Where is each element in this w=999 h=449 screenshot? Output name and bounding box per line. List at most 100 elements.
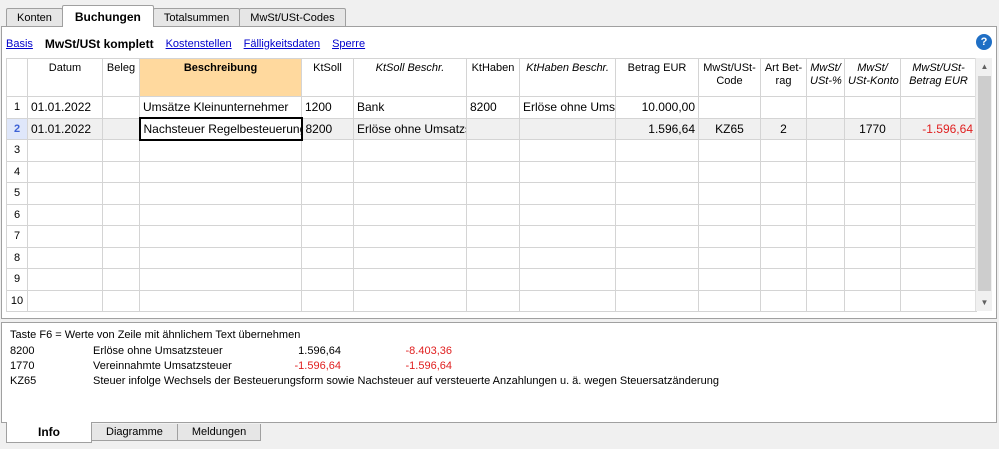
cell-mwst-betrag[interactable]: -1.596,64 xyxy=(900,117,977,140)
cell[interactable] xyxy=(102,182,140,205)
row-number[interactable]: 4 xyxy=(6,160,28,183)
cell[interactable] xyxy=(900,289,977,312)
col-header[interactable]: MwSt/USt-% xyxy=(806,58,845,97)
cell[interactable] xyxy=(760,268,807,291)
cell[interactable] xyxy=(900,160,977,183)
tab-info[interactable]: Info xyxy=(6,422,92,443)
cell[interactable] xyxy=(806,246,845,269)
cell[interactable] xyxy=(806,289,845,312)
row-number[interactable]: 6 xyxy=(6,203,28,226)
cell[interactable] xyxy=(466,289,520,312)
cell-mwst-code[interactable]: KZ65 xyxy=(698,117,761,140)
cell[interactable] xyxy=(844,268,901,291)
view-basis[interactable]: Basis xyxy=(6,38,33,51)
cell[interactable] xyxy=(760,246,807,269)
cell[interactable] xyxy=(615,268,699,291)
row-number[interactable]: 2 xyxy=(6,117,28,140)
cell[interactable] xyxy=(301,268,354,291)
cell[interactable] xyxy=(102,225,140,248)
cell[interactable] xyxy=(698,160,761,183)
cell[interactable] xyxy=(353,139,467,162)
cell-art-betrag[interactable]: 2 xyxy=(760,117,807,140)
row-number[interactable]: 9 xyxy=(6,268,28,291)
cell[interactable] xyxy=(615,160,699,183)
cell[interactable] xyxy=(615,246,699,269)
cell[interactable] xyxy=(844,289,901,312)
cell[interactable] xyxy=(900,139,977,162)
cell[interactable] xyxy=(844,160,901,183)
col-header[interactable]: MwSt/USt- Betrag EUR xyxy=(900,58,977,97)
cell[interactable] xyxy=(519,289,616,312)
cell[interactable] xyxy=(102,160,140,183)
cell-beschreibung-editing[interactable]: Nachsteuer Regelbesteuerung xyxy=(138,117,303,141)
scroll-down-icon[interactable]: ▼ xyxy=(976,294,993,311)
view-sperre[interactable]: Sperre xyxy=(332,38,365,51)
cell[interactable] xyxy=(900,203,977,226)
cell[interactable] xyxy=(466,160,520,183)
cell-ktsoll[interactable]: 1200 xyxy=(301,96,354,119)
cell[interactable] xyxy=(466,139,520,162)
cell[interactable] xyxy=(139,289,302,312)
cell[interactable] xyxy=(698,268,761,291)
cell[interactable] xyxy=(615,139,699,162)
cell[interactable] xyxy=(353,160,467,183)
tab-buchungen[interactable]: Buchungen xyxy=(61,5,154,27)
cell[interactable] xyxy=(102,268,140,291)
row-number[interactable]: 3 xyxy=(6,139,28,162)
cell[interactable] xyxy=(102,289,140,312)
cell[interactable] xyxy=(466,182,520,205)
row-number[interactable]: 8 xyxy=(6,246,28,269)
cell[interactable] xyxy=(139,182,302,205)
cell[interactable] xyxy=(698,203,761,226)
cell[interactable] xyxy=(519,268,616,291)
cell[interactable] xyxy=(760,160,807,183)
cell[interactable] xyxy=(760,289,807,312)
cell[interactable] xyxy=(806,182,845,205)
col-header[interactable]: Beleg xyxy=(102,58,140,97)
cell[interactable] xyxy=(519,139,616,162)
cell[interactable] xyxy=(27,246,103,269)
cell[interactable] xyxy=(353,203,467,226)
cell[interactable] xyxy=(806,268,845,291)
col-header[interactable]: KtSoll Beschr. xyxy=(353,58,467,97)
cell[interactable] xyxy=(353,182,467,205)
cell[interactable] xyxy=(519,182,616,205)
col-header[interactable]: MwSt/USt-Konto xyxy=(844,58,901,97)
cell[interactable] xyxy=(615,203,699,226)
cell[interactable] xyxy=(102,139,140,162)
cell[interactable] xyxy=(139,246,302,269)
row-number[interactable]: 5 xyxy=(6,182,28,205)
cell[interactable] xyxy=(27,182,103,205)
cell[interactable] xyxy=(900,268,977,291)
cell[interactable] xyxy=(301,246,354,269)
col-header[interactable]: MwSt/USt- Code xyxy=(698,58,761,97)
cell[interactable] xyxy=(353,289,467,312)
col-header[interactable]: Datum xyxy=(27,58,103,97)
cell[interactable] xyxy=(615,225,699,248)
cell[interactable] xyxy=(698,246,761,269)
cell[interactable] xyxy=(519,246,616,269)
tab-konten[interactable]: Konten xyxy=(6,8,63,27)
view-kostenstellen[interactable]: Kostenstellen xyxy=(166,38,232,51)
cell[interactable] xyxy=(844,203,901,226)
cell-kthaben[interactable]: 8200 xyxy=(466,96,520,119)
cell[interactable] xyxy=(698,225,761,248)
col-header[interactable]: KtHaben Beschr. xyxy=(519,58,616,97)
col-header[interactable]: Beschreibung xyxy=(139,58,302,97)
cell[interactable] xyxy=(353,246,467,269)
cell-datum[interactable]: 01.01.2022 xyxy=(27,96,103,119)
cell[interactable] xyxy=(760,182,807,205)
cell[interactable] xyxy=(27,225,103,248)
cell[interactable] xyxy=(27,139,103,162)
cell-beschreibung[interactable]: Umsätze Kleinunternehmer xyxy=(139,96,302,119)
cell[interactable] xyxy=(27,268,103,291)
cell[interactable] xyxy=(27,203,103,226)
cell[interactable] xyxy=(519,160,616,183)
cell[interactable] xyxy=(698,182,761,205)
cell[interactable] xyxy=(301,225,354,248)
cell[interactable] xyxy=(301,203,354,226)
col-header[interactable]: Art Bet-rag xyxy=(760,58,807,97)
cell-mwst-konto[interactable] xyxy=(844,96,901,119)
cell-kthaben[interactable] xyxy=(466,117,520,140)
col-header[interactable]: Betrag EUR xyxy=(615,58,699,97)
